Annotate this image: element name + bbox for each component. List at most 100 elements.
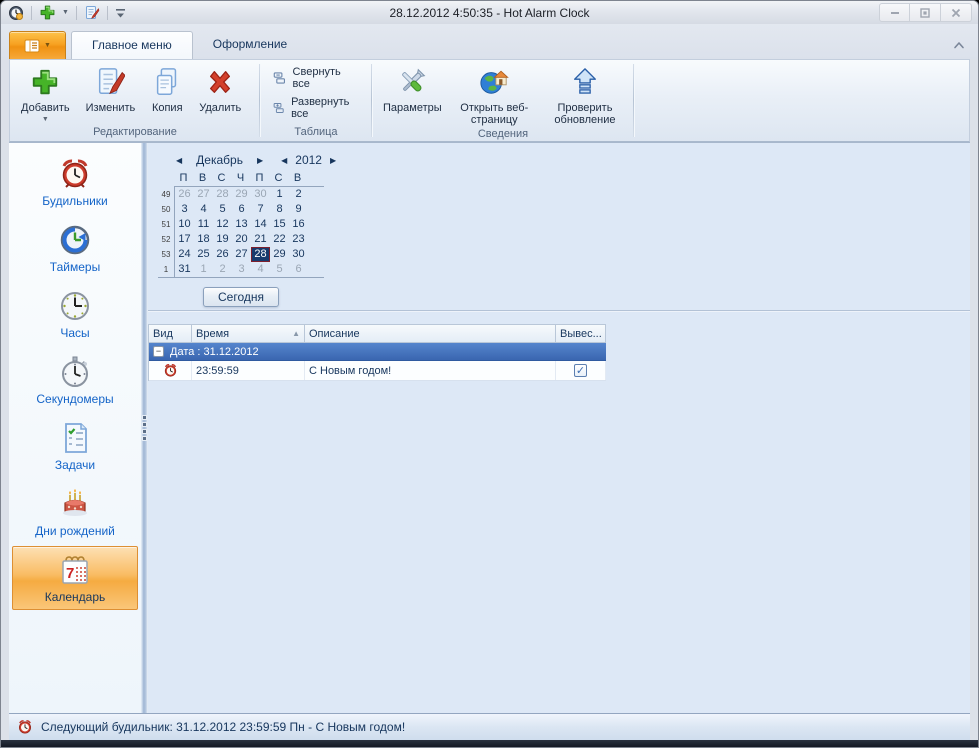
calendar-day[interactable]: 9 — [289, 202, 308, 217]
customize-toolbar-icon[interactable] — [114, 4, 127, 22]
calendar-day[interactable]: 17 — [175, 232, 194, 247]
calendar-day[interactable]: 5 — [213, 202, 232, 217]
calendar-day[interactable]: 4 — [194, 202, 213, 217]
column-header-show[interactable]: Вывес... — [556, 325, 606, 342]
calendar-day[interactable]: 27 — [232, 247, 251, 262]
calendar-day[interactable]: 18 — [194, 232, 213, 247]
prev-month-icon[interactable]: ◀ — [172, 156, 186, 165]
calendar-day[interactable]: 13 — [232, 217, 251, 232]
calendar-day[interactable]: 20 — [232, 232, 251, 247]
quick-add-dropdown-icon[interactable]: ▼ — [61, 4, 70, 22]
ribbon-tabs: Главное меню Оформление — [71, 31, 307, 59]
app-window: ▼ 28.12.2012 4:50:35 - Hot Alarm Clock ▼… — [0, 0, 979, 748]
today-button[interactable]: Сегодня — [203, 287, 279, 307]
calendar-day[interactable]: 11 — [194, 217, 213, 232]
application-menu-button[interactable]: ▼ — [9, 31, 66, 59]
calendar-day[interactable]: 8 — [270, 202, 289, 217]
open-webpage-button[interactable]: Открыть веб-страницу — [450, 61, 539, 127]
calendar-day[interactable]: 26 — [175, 187, 194, 202]
collapse-group-icon[interactable]: − — [153, 346, 164, 357]
calendar-day[interactable]: 12 — [213, 217, 232, 232]
calendar-day[interactable]: 26 — [213, 247, 232, 262]
table-group-row[interactable]: − Дата : 31.12.2012 — [149, 343, 606, 361]
prev-year-icon[interactable]: ◀ — [277, 156, 291, 165]
sidebar-item-birthdays[interactable]: Дни рождений — [12, 480, 138, 544]
calendar-day[interactable]: 2 — [289, 187, 308, 202]
calendar-day-selected[interactable]: 28 — [251, 247, 270, 262]
sidebar-item-alarms[interactable]: Будильники — [12, 150, 138, 214]
close-button[interactable] — [941, 3, 972, 22]
next-year-icon[interactable]: ▶ — [326, 156, 340, 165]
alarm-clock-icon — [58, 157, 92, 191]
calendar-day[interactable]: 29 — [270, 247, 289, 262]
expand-all-button[interactable]: Развернуть все — [269, 94, 363, 122]
calendar-day[interactable]: 7 — [251, 202, 270, 217]
calendar-day[interactable]: 28 — [213, 187, 232, 202]
sidebar-item-clocks[interactable]: Часы — [12, 282, 138, 346]
maximize-button[interactable] — [910, 3, 941, 22]
sidebar-item-stopwatches[interactable]: Секундомеры — [12, 348, 138, 412]
calendar-day[interactable]: 3 — [232, 262, 251, 277]
table-header: Вид Время ▲ Описание Вывес... — [149, 324, 606, 343]
calendar-nav: ◀ Декабрь ▶ ◀ 2012 ▶ — [158, 151, 336, 172]
calendar-day-header: П — [255, 172, 264, 184]
collapse-all-button[interactable]: Свернуть все — [269, 64, 363, 92]
copy-button[interactable]: Копия — [143, 61, 191, 115]
calendar-day[interactable]: 31 — [175, 262, 194, 277]
column-header-time[interactable]: Время ▲ — [192, 325, 305, 342]
calendar-day[interactable]: 15 — [270, 217, 289, 232]
title-bar: ▼ 28.12.2012 4:50:35 - Hot Alarm Clock — [1, 1, 978, 24]
sidebar-splitter[interactable] — [141, 143, 148, 713]
sidebar: Будильники Таймеры Часы Секундомеры Зада… — [9, 143, 141, 713]
calendar-day[interactable]: 3 — [175, 202, 194, 217]
add-button[interactable]: Добавить ▼ — [13, 61, 78, 124]
sidebar-item-calendar[interactable]: 7 Календарь — [12, 546, 138, 610]
birthday-cake-icon — [58, 487, 92, 521]
calendar-day[interactable]: 10 — [175, 217, 194, 232]
app-icon[interactable] — [7, 4, 25, 22]
calendar-day[interactable]: 22 — [270, 232, 289, 247]
calendar-day-header: В — [293, 172, 302, 184]
toolbar-separator — [106, 5, 108, 20]
calendar-day[interactable]: 19 — [213, 232, 232, 247]
calendar-day[interactable]: 30 — [251, 187, 270, 202]
calendar-day[interactable]: 24 — [175, 247, 194, 262]
week-number: 1 — [163, 265, 169, 274]
calendar-day[interactable]: 6 — [289, 262, 308, 277]
next-alarm-status-text: Следующий будильник: 31.12.2012 23:59:59… — [41, 720, 406, 734]
show-checkbox[interactable]: ✓ — [574, 364, 587, 377]
expand-all-icon — [273, 103, 284, 114]
table-row[interactable]: 23:59:59 С Новым годом! ✓ — [149, 361, 606, 381]
collapse-ribbon-button[interactable] — [950, 37, 968, 53]
calendar-day[interactable]: 23 — [289, 232, 308, 247]
next-month-icon[interactable]: ▶ — [253, 156, 267, 165]
calendar-day[interactable]: 27 — [194, 187, 213, 202]
tab-appearance[interactable]: Оформление — [193, 31, 307, 59]
calendar-day[interactable]: 14 — [251, 217, 270, 232]
column-header-kind[interactable]: Вид — [149, 325, 192, 342]
calendar-day[interactable]: 21 — [251, 232, 270, 247]
column-header-description[interactable]: Описание — [305, 325, 556, 342]
alarm-clock-icon — [164, 364, 176, 377]
calendar-day[interactable]: 5 — [270, 262, 289, 277]
calendar-day[interactable]: 30 — [289, 247, 308, 262]
calendar-day[interactable]: 1 — [270, 187, 289, 202]
tab-main-menu[interactable]: Главное меню — [71, 31, 193, 59]
options-button[interactable]: Параметры — [375, 61, 450, 115]
check-update-button[interactable]: Проверить обновление — [539, 61, 631, 127]
calendar-day[interactable]: 25 — [194, 247, 213, 262]
calendar-day[interactable]: 4 — [251, 262, 270, 277]
calendar-day[interactable]: 29 — [232, 187, 251, 202]
calendar-day[interactable]: 16 — [289, 217, 308, 232]
quick-add-button[interactable] — [38, 4, 57, 22]
sidebar-item-tasks[interactable]: Задачи — [12, 414, 138, 478]
delete-button[interactable]: Удалить — [191, 61, 249, 115]
sidebar-item-timers[interactable]: Таймеры — [12, 216, 138, 280]
calendar-day[interactable]: 6 — [232, 202, 251, 217]
content-area: ◀ Декабрь ▶ ◀ 2012 ▶ ПВСЧПСВ 49 26 27 28 29 3… — [148, 143, 970, 713]
quick-edit-button[interactable] — [83, 4, 101, 22]
calendar-day[interactable]: 1 — [194, 262, 213, 277]
calendar-day[interactable]: 2 — [213, 262, 232, 277]
minimize-button[interactable] — [879, 3, 910, 22]
edit-button[interactable]: Изменить — [78, 61, 144, 115]
